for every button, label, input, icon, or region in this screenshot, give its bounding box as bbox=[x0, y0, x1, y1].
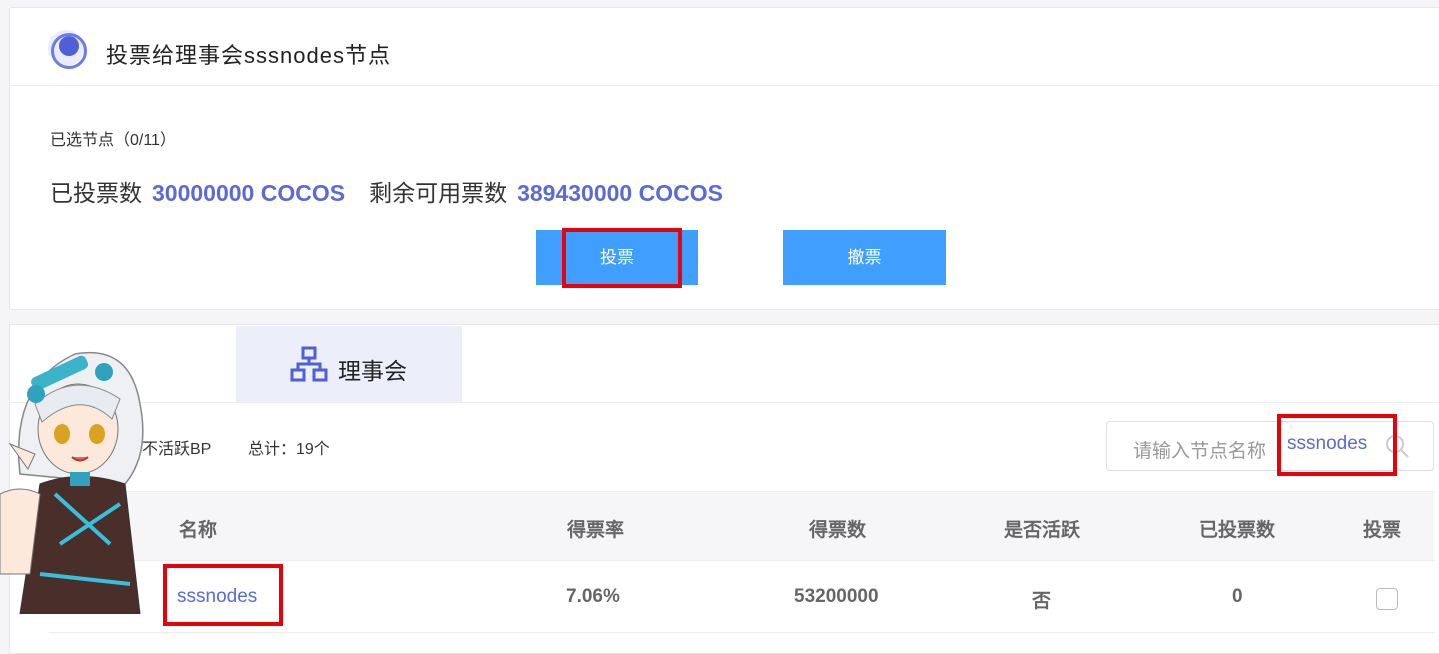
vote-rate: 7.06% bbox=[566, 586, 620, 607]
page-title: 投票给理事会sssnodes节点 bbox=[106, 43, 391, 68]
total-count: 总计：19个 bbox=[248, 441, 330, 458]
vote-panel: 投票给理事会sssnodes节点 已选节点（0/11） 已投票数 30000000… bbox=[9, 7, 1439, 310]
table-header: 名称 得票率 得票数 是否活跃 已投票数 投票 bbox=[49, 491, 1434, 561]
search-placeholder: 请输入节点名称 bbox=[1133, 441, 1267, 462]
voted-label: 已投票数 bbox=[50, 180, 142, 206]
tab-divider bbox=[10, 402, 1439, 403]
council-network-icon bbox=[290, 346, 328, 382]
active-status: 否 bbox=[1032, 591, 1052, 612]
column-is-active: 是否活跃 bbox=[1004, 520, 1081, 541]
tab-council-label: 理事会 bbox=[338, 358, 407, 384]
tab-council[interactable]: 理事会 bbox=[236, 326, 462, 402]
my-votes: 0 bbox=[1232, 586, 1243, 607]
highlight-search-value bbox=[1277, 414, 1397, 476]
unvote-button[interactable]: 撤票 bbox=[783, 230, 946, 285]
vote-checkbox[interactable] bbox=[1376, 588, 1398, 610]
selected-nodes-label: 已选节点（0/11） bbox=[50, 132, 176, 149]
highlight-vote-button bbox=[562, 228, 682, 288]
column-vote-count: 得票数 bbox=[809, 520, 867, 541]
column-my-votes: 已投票数 bbox=[1199, 520, 1276, 541]
remaining-value: 389430000 COCOS bbox=[517, 180, 723, 206]
cocos-logo-icon bbox=[48, 30, 87, 69]
column-vote: 投票 bbox=[1363, 520, 1402, 541]
vote-panel-header: 投票给理事会sssnodes节点 bbox=[10, 8, 1439, 86]
vote-summary: 已投票数 30000000 COCOS 剩余可用票数 389430000 COCOS bbox=[50, 174, 723, 208]
remaining-label: 剩余可用票数 bbox=[369, 180, 508, 206]
voted-value: 30000000 COCOS bbox=[152, 180, 346, 206]
column-vote-rate: 得票率 bbox=[567, 520, 625, 541]
mascot-character-image bbox=[0, 351, 144, 614]
vote-count: 53200000 bbox=[794, 586, 879, 607]
